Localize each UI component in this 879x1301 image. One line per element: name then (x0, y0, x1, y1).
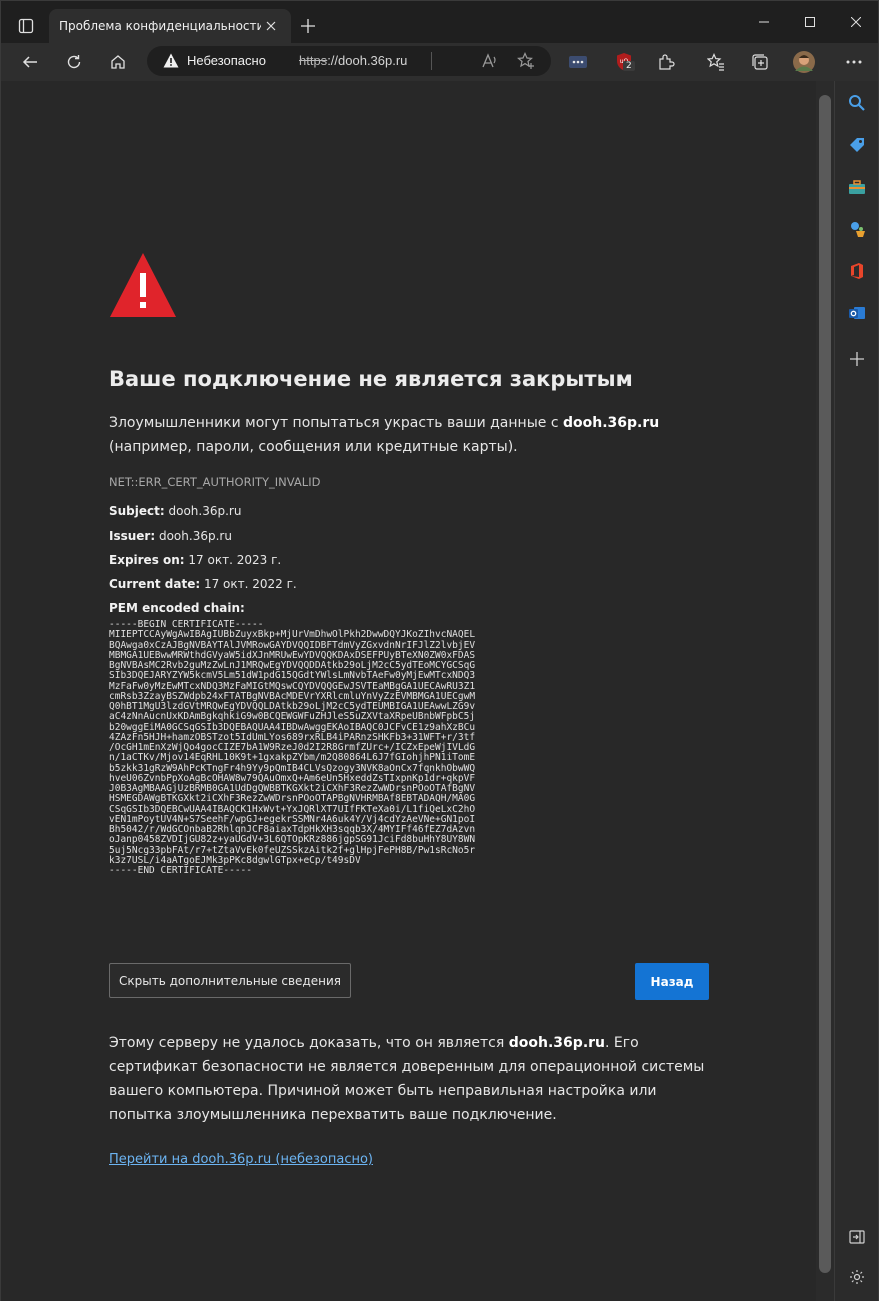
scrollbar[interactable] (816, 81, 834, 1301)
warning-icon (163, 53, 179, 68)
new-tab-button[interactable] (295, 13, 321, 39)
tab-actions-icon (18, 18, 34, 34)
settings-more-button[interactable] (839, 47, 869, 77)
search-icon (849, 95, 865, 111)
sidebar-outlook-button[interactable] (843, 299, 871, 327)
maximize-icon (805, 17, 815, 27)
ublock-extension-button[interactable]: uO 2 (609, 47, 639, 77)
plus-icon (301, 19, 315, 33)
extensions-button[interactable] (651, 47, 681, 77)
add-favorite-button[interactable] (517, 52, 535, 74)
close-window-button[interactable] (833, 1, 879, 43)
subject-label: Subject: (109, 504, 165, 518)
favorites-icon (707, 53, 724, 71)
desc-host: dooh.36p.ru (562, 415, 660, 431)
url-host: ://dooh.36p.ru (327, 53, 408, 68)
ublock-badge: 2 (623, 61, 635, 71)
back-button[interactable]: Назад (635, 963, 709, 1000)
address-divider (431, 52, 432, 70)
pem-label: PEM encoded chain: (109, 601, 245, 615)
collections-button[interactable] (745, 47, 775, 77)
refresh-button[interactable] (59, 47, 89, 77)
cert-current-date: Current date: 17 окт. 2022 г. (109, 577, 297, 591)
star-add-icon (517, 52, 534, 69)
warning-triangle-icon (110, 253, 176, 317)
error-description: Злоумышленники могут попытаться украсть … (109, 411, 715, 459)
expires-label: Expires on: (109, 553, 185, 567)
profile-button[interactable] (789, 47, 819, 77)
cert-expires: Expires on: 17 окт. 2023 г. (109, 553, 281, 567)
url-text[interactable]: https://dooh.36p.ru (299, 53, 407, 68)
toolbox-icon (849, 180, 865, 194)
error-explanation: Этому серверу не удалось доказать, что о… (109, 1031, 709, 1127)
tab-close-button[interactable] (261, 16, 281, 36)
gear-icon (850, 1270, 864, 1284)
extension-dots-button[interactable] (563, 47, 593, 77)
edge-sidebar (834, 81, 878, 1301)
sidebar-search-button[interactable] (843, 89, 871, 117)
error-code[interactable]: NET::ERR_CERT_AUTHORITY_INVALID (109, 475, 320, 489)
active-tab[interactable]: Проблема конфиденциальности (49, 9, 291, 43)
sidebar-shopping-button[interactable] (843, 131, 871, 159)
explain-text: Этому серверу не удалось доказать, что о… (109, 1035, 509, 1051)
scrollbar-thumb[interactable] (819, 95, 831, 1273)
minimize-button[interactable] (741, 1, 787, 43)
office-icon (851, 263, 863, 279)
close-icon (851, 17, 861, 27)
sidebar-hide-button[interactable] (843, 1223, 871, 1251)
read-aloud-button[interactable] (481, 52, 499, 74)
proceed-unsafe-link[interactable]: Перейти на dooh.36p.ru (небезопасно) (109, 1152, 373, 1167)
tag-icon (850, 138, 864, 152)
pem-label-text: PEM encoded chain: (109, 601, 245, 615)
outlook-icon (849, 307, 865, 319)
refresh-icon (67, 55, 81, 69)
issuer-label: Issuer: (109, 529, 156, 543)
desc-text-end: (например, пароли, сообщения или кредитн… (109, 439, 518, 455)
collections-icon (752, 54, 768, 70)
issuer-value: dooh.36p.ru (155, 529, 232, 543)
current-value: 17 окт. 2022 г. (200, 577, 297, 591)
arrow-left-icon (22, 56, 37, 68)
hide-details-button[interactable]: Скрыть дополнительные сведения (109, 963, 351, 998)
pem-chain: -----BEGIN CERTIFICATE----- MIIEPTCCAyWg… (109, 619, 476, 876)
close-icon (266, 21, 276, 31)
extension-menu-icon (569, 56, 587, 68)
plus-icon (850, 352, 864, 366)
sidebar-office-button[interactable] (843, 257, 871, 285)
explain-host: dooh.36p.ru (508, 1035, 606, 1051)
desc-text: Злоумышленники могут попытаться украсть … (109, 415, 563, 431)
home-icon (111, 55, 125, 69)
sidebar-games-button[interactable] (843, 215, 871, 243)
sidebar-add-button[interactable] (843, 345, 871, 373)
maximize-button[interactable] (787, 1, 833, 43)
tab-actions-button[interactable] (13, 13, 39, 39)
puzzle-icon (659, 54, 675, 70)
sidebar-tools-button[interactable] (843, 173, 871, 201)
home-button[interactable] (103, 47, 133, 77)
security-label[interactable]: Небезопасно (187, 53, 266, 68)
favorites-button[interactable] (701, 47, 731, 77)
minimize-icon (759, 21, 769, 23)
subject-value: dooh.36p.ru (164, 504, 242, 518)
sidebar-collapse-icon (849, 1230, 865, 1244)
tab-title: Проблема конфиденциальности (59, 19, 261, 33)
address-bar[interactable]: Небезопасно https://dooh.36p.ru (147, 46, 551, 76)
title-bar: Проблема конфиденциальности (1, 1, 878, 43)
expires-value: 17 окт. 2023 г. (184, 553, 282, 567)
avatar (793, 51, 815, 73)
read-aloud-icon (482, 53, 496, 68)
page-title: Ваше подключение не является закрытым (109, 367, 633, 391)
more-icon (846, 60, 862, 64)
back-nav-button[interactable] (15, 47, 45, 77)
cert-issuer: Issuer: dooh.36p.ru (109, 529, 232, 543)
games-icon (851, 222, 865, 237)
current-label: Current date: (109, 577, 201, 591)
sidebar-settings-button[interactable] (843, 1263, 871, 1291)
cert-subject: Subject: dooh.36p.ru (109, 504, 241, 518)
browser-window: Проблема конфиденциальности Небезопасно … (0, 0, 879, 1301)
toolbar: Небезопасно https://dooh.36p.ru uO 2 (1, 43, 878, 81)
url-scheme: https (299, 53, 328, 68)
